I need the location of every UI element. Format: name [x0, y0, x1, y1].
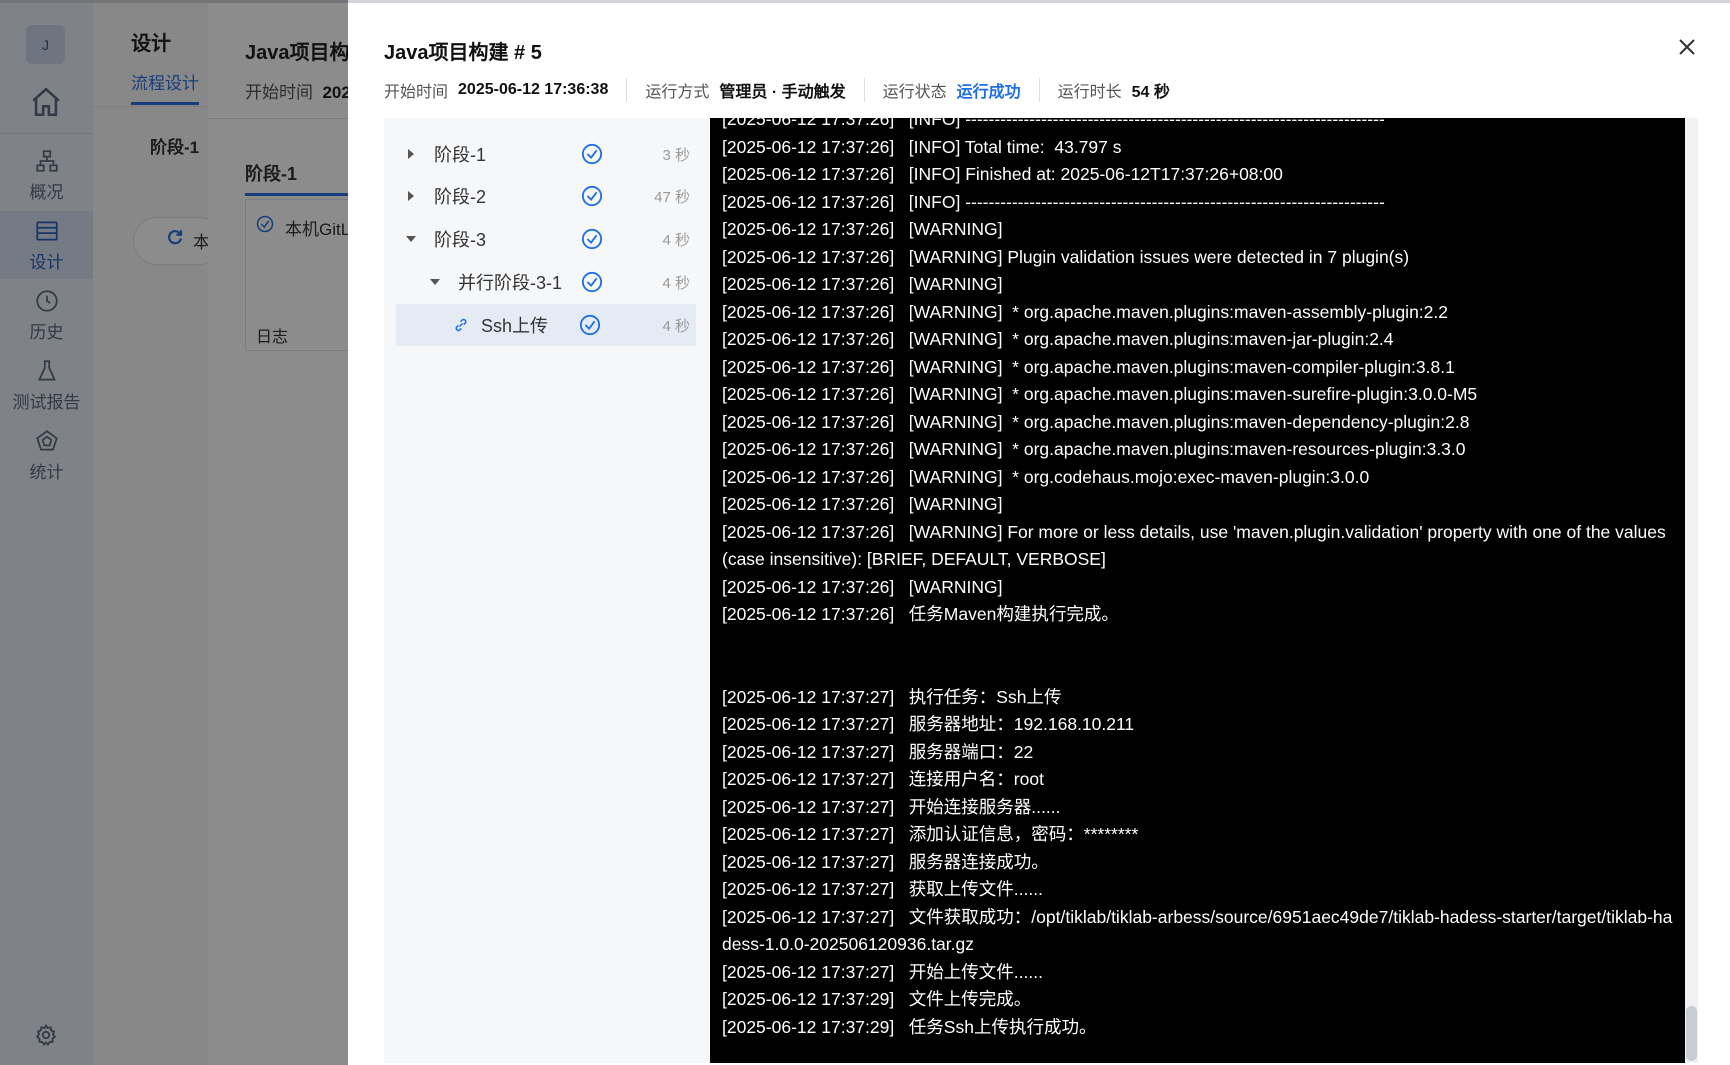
tree-item-label: 阶段-1 — [434, 145, 487, 165]
caret-down-icon[interactable] — [428, 275, 442, 289]
meta-mode: 运行方式 管理员 · 手动触发 — [645, 78, 845, 102]
log-scrollbar[interactable] — [1685, 118, 1698, 1063]
tree-item-stage-2[interactable]: 阶段-2 47 秒 — [396, 175, 696, 217]
run-meta-bar: 开始时间 2025-06-12 17:36:38 运行方式 管理员 · 手动触发… — [384, 76, 1170, 104]
tree-item-duration: 4 秒 — [662, 317, 690, 335]
check-circle-icon — [581, 143, 603, 165]
log-line: [2025-06-12 17:37:26] [WARNING] * org.co… — [722, 466, 1370, 487]
divider — [626, 78, 628, 102]
log-line: [2025-06-12 17:37:26] 任务Maven构建执行完成。 — [722, 604, 1119, 624]
tree-item-label: 并行阶段-3-1 — [458, 273, 563, 293]
tree-item-duration: 4 秒 — [662, 231, 690, 249]
log-line: [2025-06-12 17:37:27] 文件获取成功：/opt/tiklab… — [722, 906, 1673, 955]
tree-item-label: Ssh上传 — [481, 316, 549, 336]
divider — [1038, 78, 1040, 102]
log-line: [2025-06-12 17:37:26] [INFO] -----------… — [722, 191, 1385, 212]
close-icon[interactable] — [1675, 35, 1699, 59]
log-line: [2025-06-12 17:37:27] 获取上传文件...... — [722, 879, 1043, 899]
meta-label: 运行时长 — [1057, 84, 1122, 101]
tree-item-duration: 3 秒 — [662, 146, 690, 164]
meta-start: 开始时间 2025-06-12 17:36:38 — [384, 78, 608, 102]
stage-tree: 阶段-1 3 秒 阶段-2 47 秒 阶段-3 4 秒 并行阶段-3-1 4 秒… — [384, 118, 710, 1063]
log-line: [2025-06-12 17:37:27] 开始连接服务器...... — [722, 796, 1061, 817]
tree-item-duration: 4 秒 — [662, 274, 690, 292]
log-line: [2025-06-12 17:37:27] 服务器地址：192.168.10.2… — [722, 714, 1135, 734]
check-circle-icon — [581, 228, 603, 250]
check-circle-icon — [581, 271, 603, 293]
meta-status: 运行状态 运行成功 — [883, 78, 1021, 102]
check-circle-icon — [581, 185, 603, 207]
link-icon — [455, 318, 467, 332]
log-line: [2025-06-12 17:37:27] 服务器连接成功。 — [722, 851, 1049, 872]
modal-mask[interactable] — [0, 0, 348, 1065]
status-badge: 运行成功 — [956, 84, 1021, 101]
tree-item-label: 阶段-2 — [434, 187, 487, 207]
log-line: [2025-06-12 17:37:26] [WARNING] * org.ap… — [722, 301, 1448, 322]
meta-label: 运行方式 — [645, 84, 710, 101]
meta-label: 运行状态 — [882, 84, 947, 101]
scrollbar-thumb[interactable] — [1686, 1006, 1697, 1061]
log-line: [2025-06-12 17:37:27] 执行任务：Ssh上传 — [722, 686, 1062, 707]
log-line: [2025-06-12 17:37:26] [WARNING] Plugin v… — [722, 246, 1410, 267]
check-circle-icon — [579, 314, 601, 336]
run-detail-drawer: Java项目构建 # 5 开始时间 2025-06-12 17:36:38 运行… — [348, 0, 1730, 1065]
divider — [863, 78, 865, 102]
caret-down-icon[interactable] — [404, 232, 418, 246]
meta-label: 开始时间 — [384, 84, 449, 101]
log-line: [2025-06-12 17:37:26] [WARNING] — [722, 494, 1003, 514]
log-line: [2025-06-12 17:37:26] [WARNING] — [722, 274, 1003, 294]
tree-item-label: 阶段-3 — [434, 230, 487, 250]
log-line: [2025-06-12 17:37:29] 任务Ssh上传执行成功。 — [722, 1016, 1097, 1037]
log-line: [2025-06-12 17:37:26] [WARNING] — [722, 576, 1003, 597]
log-line: [2025-06-12 17:37:26] [WARNING] * org.ap… — [722, 384, 1478, 404]
log-line: [2025-06-12 17:37:26] [WARNING] * org.ap… — [722, 411, 1470, 432]
tree-item-stage-3[interactable]: 阶段-3 4 秒 — [396, 218, 696, 260]
log-line: [2025-06-12 17:37:26] [INFO] Finished at… — [722, 164, 1283, 184]
log-line: [2025-06-12 17:37:29] 文件上传完成。 — [722, 989, 1032, 1009]
tree-item-duration: 47 秒 — [654, 188, 690, 206]
meta-value: 54 秒 — [1131, 84, 1170, 101]
log-line: [2025-06-12 17:37:26] [INFO] Total time:… — [722, 136, 1122, 157]
log-line: [2025-06-12 17:37:27] 添加认证信息，密码：******** — [722, 824, 1139, 844]
tree-item-parallel-stage[interactable]: 并行阶段-3-1 4 秒 — [396, 261, 696, 303]
log-line: [2025-06-12 17:37:27] 服务器端口：22 — [722, 741, 1034, 762]
caret-right-icon[interactable] — [404, 147, 418, 161]
tree-item-stage-1[interactable]: 阶段-1 3 秒 — [396, 133, 696, 175]
tree-item-ssh-upload[interactable]: Ssh上传 4 秒 — [396, 304, 696, 346]
log-lines: [2025-06-12 17:37:26] [INFO] -----------… — [722, 118, 1673, 1041]
log-line: [2025-06-12 17:37:26] [WARNING] * org.ap… — [722, 439, 1466, 459]
log-line: [2025-06-12 17:37:27] 连接用户名：root — [722, 769, 1044, 789]
meta-value: 2025-06-12 17:36:38 — [458, 81, 609, 98]
log-line: [2025-06-12 17:37:26] [WARNING] * org.ap… — [722, 356, 1455, 377]
log-line: [2025-06-12 17:37:27] 开始上传文件...... — [722, 961, 1043, 982]
log-line: [2025-06-12 17:37:26] [WARNING] For more… — [722, 521, 1671, 570]
meta-value: 管理员 · 手动触发 — [719, 84, 846, 101]
meta-duration: 运行时长 54 秒 — [1058, 78, 1170, 102]
caret-right-icon[interactable] — [404, 189, 418, 203]
log-line: [2025-06-12 17:37:26] [WARNING] — [722, 219, 1003, 239]
log-line: [2025-06-12 17:37:26] [WARNING] * org.ap… — [722, 329, 1394, 349]
drawer-title: Java项目构建 # 5 — [384, 42, 542, 64]
log-console[interactable]: [2025-06-12 17:37:26] [INFO] -----------… — [710, 118, 1685, 1063]
log-line: [2025-06-12 17:37:26] [INFO] -----------… — [722, 118, 1385, 129]
